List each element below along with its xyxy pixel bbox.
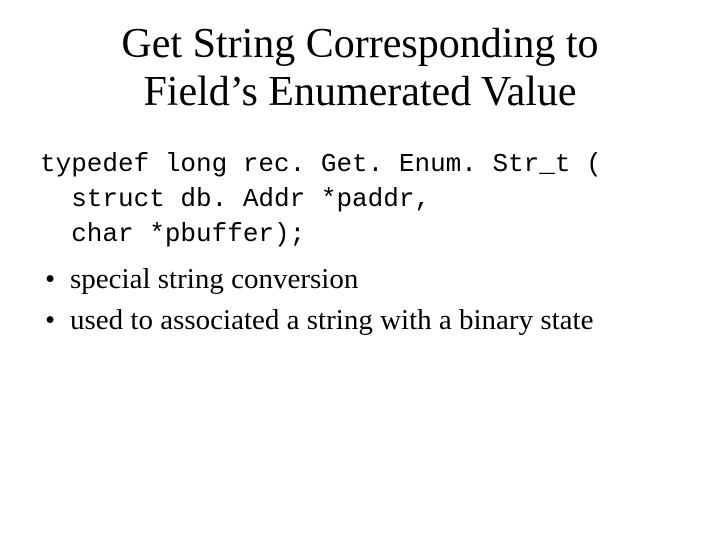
code-line-3: char *pbuffer); <box>40 217 680 252</box>
bullet-item: used to associated a string with a binar… <box>40 301 680 340</box>
bullet-text: used to associated a string with a binar… <box>70 304 593 336</box>
code-block: typedef long rec. Get. Enum. Str_t ( str… <box>40 147 680 252</box>
slide-title: Get String Corresponding to Field’s Enum… <box>40 20 680 117</box>
title-line-2: Field’s Enumerated Value <box>143 69 576 115</box>
bullet-text: special string conversion <box>70 263 358 295</box>
code-line-1: typedef long rec. Get. Enum. Str_t ( <box>40 147 680 182</box>
bullet-list: special string conversion used to associ… <box>40 260 680 340</box>
title-line-1: Get String Corresponding to <box>121 21 598 67</box>
code-line-2: struct db. Addr *paddr, <box>40 182 680 217</box>
bullet-item: special string conversion <box>40 260 680 299</box>
